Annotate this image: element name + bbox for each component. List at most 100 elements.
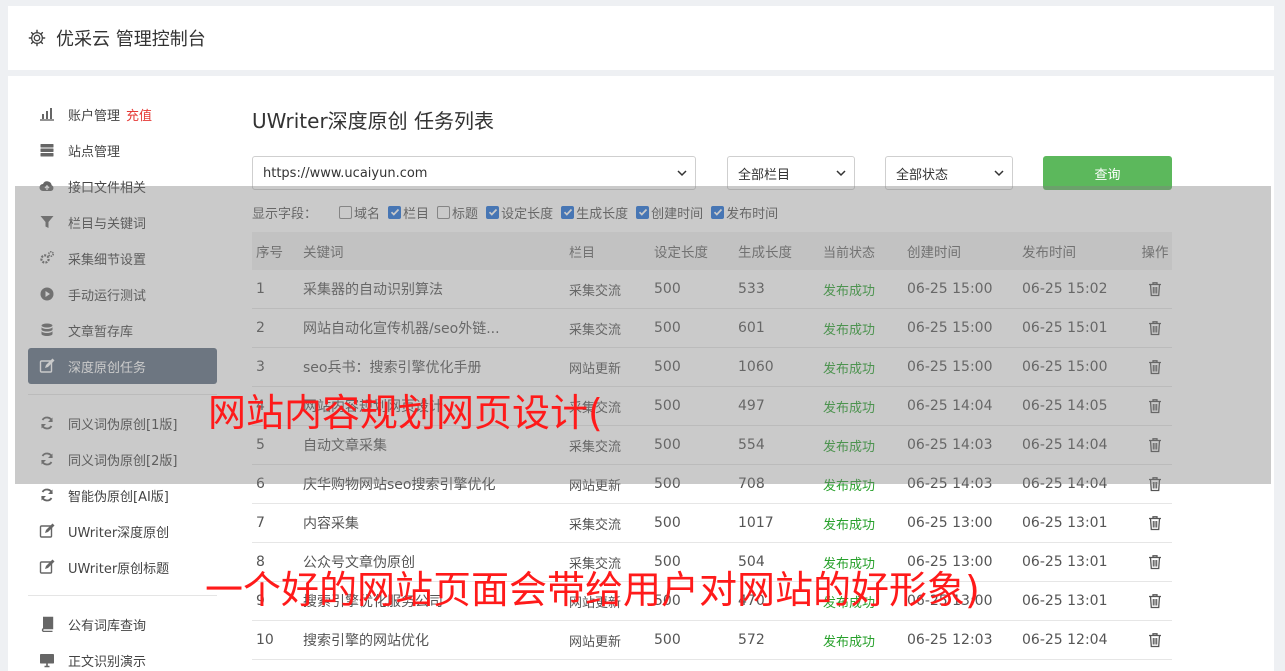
- sidebar-item-8[interactable]: 同义词伪原创[1版]: [28, 405, 217, 441]
- table-cell: 500: [654, 281, 681, 297]
- sidebar-item-0[interactable]: 账户管理 充值: [28, 96, 217, 132]
- trash-icon[interactable]: [1148, 320, 1162, 336]
- field-checkbox[interactable]: 设定长度: [486, 203, 553, 222]
- chevron-down-icon: [994, 170, 1004, 177]
- delete-cell: [1138, 476, 1172, 492]
- table-cell: 搜索引擎优化服务公司: [303, 594, 443, 610]
- table-cell: 06-25 13:01: [1022, 515, 1108, 531]
- field-checkbox-label: 创建时间: [651, 206, 704, 222]
- table-cell: 发布成功: [823, 634, 876, 650]
- table-cell: 公众号文章伪原创: [303, 555, 415, 571]
- field-checkbox-label: 域名: [354, 206, 381, 222]
- sidebar-item-6[interactable]: 文章暂存库: [28, 312, 217, 348]
- field-checkbox-label: 设定长度: [501, 206, 554, 222]
- delete-cell: [1138, 398, 1172, 414]
- sidebar-item-label: 文章暂存库: [68, 324, 134, 340]
- field-checkbox[interactable]: 栏目: [388, 203, 429, 222]
- sidebar-item-3[interactable]: 栏目与关键词: [28, 204, 217, 240]
- table-cell: 06-25 13:00: [907, 515, 993, 531]
- sidebar-item-2[interactable]: 接口文件相关: [28, 168, 217, 204]
- trash-icon[interactable]: [1148, 515, 1162, 531]
- sidebar-item-12[interactable]: UWriter原创标题: [28, 549, 217, 585]
- column-header: 创建时间: [907, 245, 961, 261]
- table-header: 序号 关键词 栏目 设定长度 生成长度 当前状态 创建时间 发布时间 操作: [252, 232, 1172, 270]
- table-cell: 1: [256, 281, 265, 297]
- field-checkbox[interactable]: 域名: [339, 203, 380, 222]
- table-cell: 10: [256, 632, 274, 648]
- status-select-value: 全部状态: [896, 167, 949, 183]
- trash-icon[interactable]: [1148, 476, 1162, 492]
- column-select[interactable]: 全部栏目: [727, 156, 855, 190]
- table-cell: 06-25 14:03: [907, 476, 993, 492]
- sidebar-divider: [28, 595, 217, 596]
- table-cell: 采集器的自动识别算法: [303, 282, 443, 298]
- table-cell: 发布成功: [823, 361, 876, 377]
- table-cell: 6: [256, 476, 265, 492]
- trash-icon[interactable]: [1148, 437, 1162, 453]
- table-cell: 06-25 12:03: [907, 632, 993, 648]
- table-cell: 708: [738, 476, 765, 492]
- sidebar-item-5[interactable]: 手动运行测试: [28, 276, 217, 312]
- table-cell: 500: [654, 515, 681, 531]
- table-cell: 发布成功: [823, 283, 876, 299]
- table-row: 4 网站内容规划网页设计 采集交流 500 497 发布成功 06-25 14:04 06-2…: [252, 387, 1172, 426]
- table-cell: 06-25 15:00: [907, 281, 993, 297]
- delete-cell: [1138, 632, 1172, 648]
- sidebar-item-13[interactable]: 公有词库查询: [28, 606, 217, 642]
- field-checkbox[interactable]: 标题: [437, 203, 478, 222]
- sidebar-item-label: 深度原创任务: [68, 360, 147, 376]
- table-cell: 06-25 15:02: [1022, 281, 1108, 297]
- table-cell: seo兵书：搜索引擎优化手册: [303, 360, 482, 376]
- field-checkbox[interactable]: 创建时间: [636, 203, 703, 222]
- table-cell: 1017: [738, 515, 774, 531]
- table-cell: 06-25 13:00: [907, 593, 993, 609]
- trash-icon[interactable]: [1148, 632, 1162, 648]
- sidebar-item-label: 同义词伪原创[1版]: [68, 417, 178, 433]
- sidebar-item-label: 同义词伪原创[2版]: [68, 453, 178, 469]
- table-cell: 2: [256, 320, 265, 336]
- site-select[interactable]: https://www.ucaiyun.com: [252, 156, 696, 190]
- chevron-down-icon: [677, 170, 687, 177]
- sidebar-item-11[interactable]: UWriter深度原创: [28, 513, 217, 549]
- table-row: 3 seo兵书：搜索引擎优化手册 网站更新 500 1060 发布成功 06-25 15:0…: [252, 348, 1172, 387]
- field-checkbox[interactable]: 生成长度: [561, 203, 628, 222]
- status-select[interactable]: 全部状态: [885, 156, 1013, 190]
- trash-icon[interactable]: [1148, 593, 1162, 609]
- table-cell: 采集交流: [569, 517, 622, 533]
- sidebar-item-4[interactable]: 采集细节设置: [28, 240, 217, 276]
- table-cell: 06-25 14:05: [1022, 398, 1108, 414]
- sidebar-item-label: 采集细节设置: [68, 252, 147, 268]
- app-title: 优采云 管理控制台: [56, 29, 206, 50]
- sidebar-item-label: UWriter原创标题: [68, 561, 170, 577]
- sidebar-item-9[interactable]: 同义词伪原创[2版]: [28, 441, 217, 477]
- table-cell: 06-25 15:01: [1022, 320, 1108, 336]
- table-cell: 500: [654, 554, 681, 570]
- trash-icon[interactable]: [1148, 398, 1162, 414]
- trash-icon[interactable]: [1148, 359, 1162, 375]
- sidebar-item-10[interactable]: 智能伪原创[AI版]: [28, 477, 217, 513]
- checkbox-checked-icon: [636, 205, 650, 219]
- table-cell: 500: [654, 398, 681, 414]
- query-button[interactable]: 查询: [1043, 156, 1172, 190]
- database-icon: [39, 322, 55, 338]
- trash-icon[interactable]: [1148, 281, 1162, 297]
- field-checkbox[interactable]: 发布时间: [711, 203, 778, 222]
- delete-cell: [1138, 320, 1172, 336]
- table-cell: 06-25 15:00: [907, 320, 993, 336]
- filter-icon: [39, 214, 55, 230]
- sidebar-item-7[interactable]: 深度原创任务: [28, 348, 217, 384]
- column-header: 关键词: [303, 245, 344, 261]
- filter-bar: https://www.ucaiyun.com 全部栏目 全部状态 查询: [252, 156, 1182, 192]
- delete-cell: [1138, 359, 1172, 375]
- column-select-value: 全部栏目: [738, 167, 791, 183]
- trash-icon[interactable]: [1148, 554, 1162, 570]
- sidebar-item-14[interactable]: 正文识别演示: [28, 642, 217, 671]
- sidebar-item-1[interactable]: 站点管理: [28, 132, 217, 168]
- sidebar-item-label: 接口文件相关: [68, 180, 147, 196]
- recharge-link[interactable]: 充值: [126, 105, 152, 124]
- table-cell: 网站更新: [569, 478, 622, 494]
- field-checkbox-label: 标题: [452, 206, 479, 222]
- table-cell: 网站自动化宣传机器/seo外链...: [303, 321, 500, 337]
- table-row: 1 采集器的自动识别算法 采集交流 500 533 发布成功 06-25 15:00 06-2…: [252, 270, 1172, 309]
- table-cell: 9: [256, 593, 265, 609]
